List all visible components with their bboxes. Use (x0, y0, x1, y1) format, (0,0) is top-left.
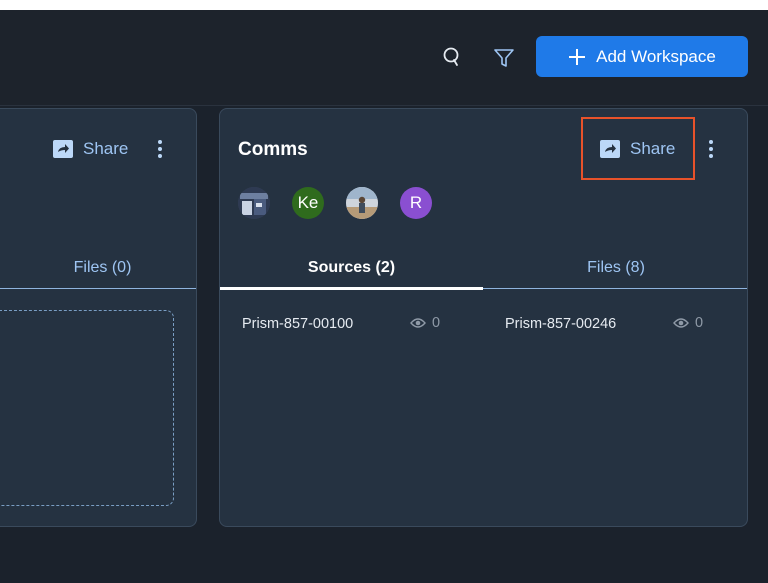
source-item-views: 0 (410, 315, 440, 331)
tab-sources-label: Sources (2) (307, 259, 396, 276)
add-workspace-button[interactable]: Add Workspace (536, 36, 748, 77)
more-options-button[interactable] (705, 138, 717, 160)
tab-files[interactable]: Files (0) (0, 248, 196, 288)
tab-sources[interactable]: Sources (2) (220, 248, 483, 288)
add-workspace-label: Add Workspace (596, 46, 716, 66)
workspace-card-comms: Comms Share Ke R Sources (2) Files (8) P… (219, 108, 748, 527)
filter-icon (494, 49, 514, 67)
plus-icon (569, 48, 586, 65)
eye-icon (410, 318, 426, 328)
views-count: 0 (432, 315, 441, 331)
tab-divider (0, 288, 196, 289)
workspace-title: Comms (238, 139, 308, 160)
avatar-initials-label: R (409, 193, 423, 212)
filter-button[interactable] (490, 44, 518, 72)
share-highlight-box (581, 117, 695, 180)
search-button[interactable] (438, 44, 466, 72)
file-dropzone[interactable] (0, 310, 174, 506)
avatar-initials: R (400, 187, 432, 219)
share-icon (53, 140, 73, 158)
tab-files-label: Files (0) (73, 259, 132, 276)
avatar-photo (238, 187, 270, 219)
tab-files[interactable]: Files (8) (483, 248, 747, 288)
tab-files-label: Files (8) (587, 259, 645, 276)
views-count: 0 (695, 315, 704, 331)
source-item-name[interactable]: Prism-857-00100 (242, 316, 353, 332)
search-icon (443, 47, 459, 66)
active-tab-indicator (220, 287, 483, 290)
source-item-views: 0 (673, 315, 703, 331)
avatar-initials: Ke (292, 187, 324, 219)
avatar-initials-label: Ke (297, 193, 319, 212)
eye-icon (673, 318, 689, 328)
app-screen: Add Workspace Share Files (0) Comms Shar… (0, 10, 768, 583)
share-button[interactable]: Share (53, 139, 128, 159)
source-item-name[interactable]: Prism-857-00246 (505, 316, 616, 332)
workspace-card: Share Files (0) (0, 108, 197, 527)
top-toolbar: Add Workspace (0, 10, 768, 106)
share-label: Share (83, 139, 129, 158)
avatar-photo (346, 187, 378, 219)
more-options-button[interactable] (154, 138, 166, 160)
